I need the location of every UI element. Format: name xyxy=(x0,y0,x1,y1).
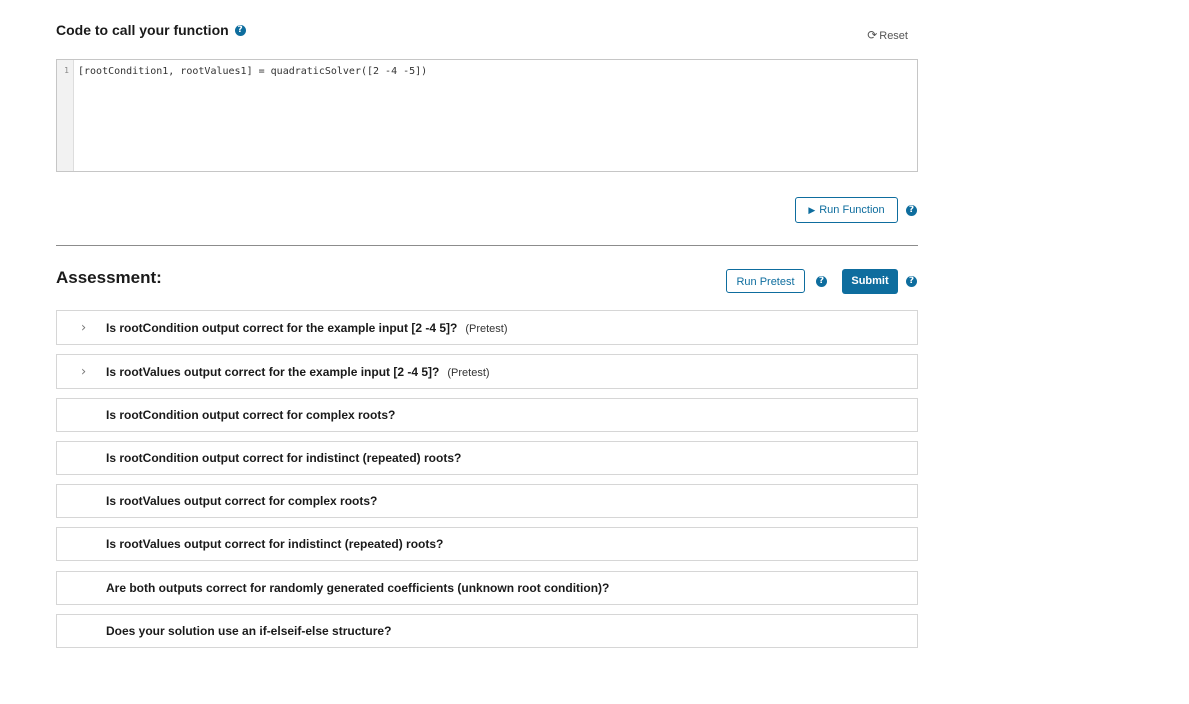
assessment-item-text: Is rootCondition output correct for indi… xyxy=(106,451,462,465)
assessment-item-text: Is rootValues output correct for indisti… xyxy=(106,537,444,551)
assessment-item-text: Are both outputs correct for randomly ge… xyxy=(106,581,610,595)
assessment-item-label: Is rootCondition output correct for the … xyxy=(106,321,508,335)
code-section-header: Code to call your function? ⟳ Reset xyxy=(56,22,918,42)
reset-label: Reset xyxy=(879,30,908,42)
page: Code to call your function? ⟳ Reset 1 [ro… xyxy=(0,0,1189,704)
chevron-right-icon[interactable]: › xyxy=(81,364,86,379)
code-line[interactable]: [rootCondition1, rootValues1] = quadrati… xyxy=(78,66,427,77)
code-editor[interactable]: 1 [rootCondition1, rootValues1] = quadra… xyxy=(56,59,918,172)
assessment-item-rootvalues-complex: Is rootValues output correct for complex… xyxy=(56,484,918,518)
assessment-item-text: Is rootValues output correct for the exa… xyxy=(106,364,440,379)
pretest-tag: (Pretest) xyxy=(465,322,508,335)
assessment-item-random-coefficients: Are both outputs correct for randomly ge… xyxy=(56,571,918,605)
line-number: 1 xyxy=(64,66,69,75)
chevron-right-icon[interactable]: › xyxy=(81,320,86,335)
run-pretest-button[interactable]: Run Pretest xyxy=(726,269,805,293)
assessment-item-label: Is rootValues output correct for the exa… xyxy=(106,365,490,379)
assessment-item-rootvalues-repeated: Is rootValues output correct for indisti… xyxy=(56,527,918,561)
help-icon[interactable]: ? xyxy=(234,24,246,36)
assessment-item-text: Is rootCondition output correct for the … xyxy=(106,320,458,335)
submit-button[interactable]: Submit xyxy=(842,269,898,294)
code-section-title: Code to call your function? xyxy=(56,22,246,38)
play-icon: ▶ xyxy=(808,206,816,216)
assessment-title: Assessment: xyxy=(56,268,162,287)
code-section-title-text: Code to call your function xyxy=(56,22,229,38)
section-divider xyxy=(56,245,918,246)
assessment-item-text: Is rootCondition output correct for comp… xyxy=(106,408,396,422)
run-pretest-help-icon[interactable]: ? xyxy=(816,276,827,287)
editor-gutter: 1 xyxy=(57,60,74,171)
assessment-item-text: Does your solution use an if-elseif-else… xyxy=(106,624,392,638)
assessment-item-rootcondition-pretest[interactable]: › Is rootCondition output correct for th… xyxy=(56,310,918,345)
reset-icon: ⟳ xyxy=(867,28,878,42)
assessment-item-rootvalues-pretest[interactable]: › Is rootValues output correct for the e… xyxy=(56,354,918,389)
assessment-item-if-elseif-else: Does your solution use an if-elseif-else… xyxy=(56,614,918,648)
assessment-item-rootcondition-repeated: Is rootCondition output correct for indi… xyxy=(56,441,918,475)
submit-help-icon[interactable]: ? xyxy=(906,276,917,287)
assessment-item-text: Is rootValues output correct for complex… xyxy=(106,494,378,508)
run-function-label: Run Function xyxy=(819,204,885,216)
run-function-help-icon[interactable]: ? xyxy=(906,205,917,216)
assessment-item-rootcondition-complex: Is rootCondition output correct for comp… xyxy=(56,398,918,432)
pretest-tag: (Pretest) xyxy=(447,366,490,379)
run-function-button[interactable]: ▶ Run Function xyxy=(795,197,898,223)
reset-button[interactable]: ⟳ Reset xyxy=(867,28,908,42)
